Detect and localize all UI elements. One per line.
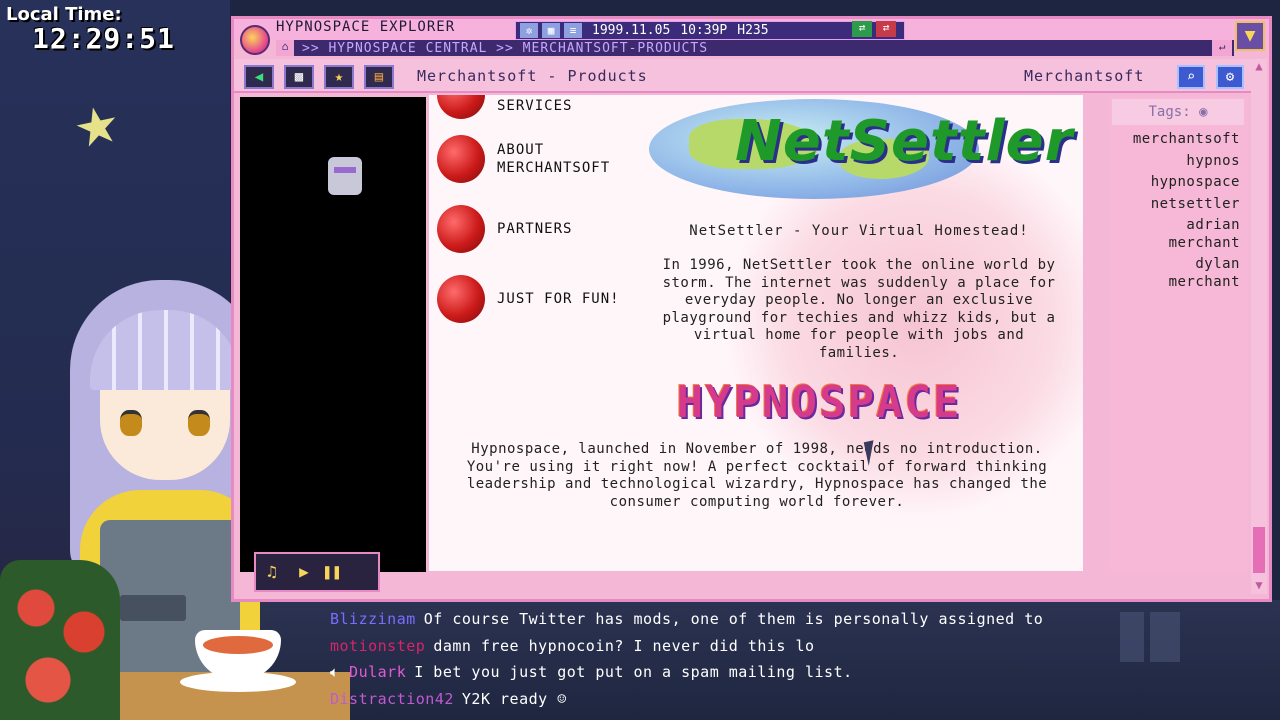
avatar-pocket bbox=[120, 595, 186, 621]
chat-username: Blizzinam bbox=[330, 610, 416, 628]
return-icon[interactable]: ↵ bbox=[1212, 40, 1232, 56]
nav-label[interactable]: ABOUT MERCHANTSOFT bbox=[497, 141, 610, 177]
scroll-down-arrow-icon[interactable]: ▼ bbox=[1251, 578, 1267, 594]
eye-icon[interactable]: ◉ bbox=[1199, 104, 1207, 120]
toolbar: ◀ ▩ ★ ▤ Merchantsoft - Products Merchant… bbox=[234, 59, 1255, 93]
tag-item[interactable]: adrian merchant bbox=[1110, 217, 1240, 252]
tags-header: Tags: ◉ bbox=[1112, 99, 1244, 125]
nav-label[interactable]: JUST FOR FUN! bbox=[497, 290, 620, 308]
local-time-value: 12:29:51 bbox=[32, 22, 175, 55]
nav-item-services[interactable]: SERVICES bbox=[437, 95, 572, 119]
status-date: 1999.11.05 bbox=[592, 23, 671, 38]
tags-list: merchantsoft hypnos hypnospace netsettle… bbox=[1110, 131, 1240, 295]
back-arrow-icon[interactable]: ◀ bbox=[244, 65, 274, 89]
red-orb-icon[interactable] bbox=[437, 275, 485, 323]
hypnospace-description: Hypnospace, launched in November of 1998… bbox=[466, 441, 1048, 510]
left-panel bbox=[240, 97, 426, 572]
play-icon[interactable]: ▶ bbox=[292, 560, 316, 584]
chat-text: I bet you just got put on a spam mailing… bbox=[414, 663, 853, 681]
netsettler-logo-text: NetSettler bbox=[735, 109, 1074, 174]
settings-icon[interactable]: ⚙ bbox=[1216, 65, 1244, 89]
pause-icon[interactable]: ❚❚ bbox=[320, 560, 344, 584]
hypnospace-logo-icon[interactable] bbox=[240, 25, 270, 55]
nav-label[interactable]: SERVICES bbox=[497, 97, 572, 115]
speaker-icon: 🔈︎ bbox=[330, 663, 340, 681]
notification-icon[interactable]: ⇄ bbox=[876, 21, 896, 37]
favorites-star-icon[interactable]: ★ bbox=[324, 65, 354, 89]
hypnospace-explorer-window: HYPNOSPACE EXPLORER ✲ ▦ ≡ 1999.11.05 10:… bbox=[231, 16, 1272, 602]
chat-message: 🔈︎ Dulark I bet you just got put on a spa… bbox=[330, 659, 1070, 686]
chat-text: Y2K ready bbox=[461, 689, 548, 708]
chat-message: motionstep damn free hypnocoin? I never d… bbox=[330, 633, 1070, 660]
status-time: 10:39P bbox=[680, 23, 728, 38]
red-orb-icon[interactable] bbox=[437, 95, 485, 119]
home-icon[interactable]: ⌂ bbox=[276, 40, 294, 56]
search-icon[interactable]: ⌕ bbox=[1177, 65, 1205, 89]
hypnospace-logo-text: HYPNOSPACE bbox=[676, 377, 962, 428]
headphones-icon[interactable]: ♫ bbox=[260, 560, 284, 584]
robot-mascot-icon[interactable] bbox=[328, 157, 362, 195]
building-window-decoration bbox=[1120, 612, 1180, 662]
grid-icon[interactable]: ▦ bbox=[542, 23, 560, 38]
red-orb-icon[interactable] bbox=[437, 205, 485, 253]
nav-item-just-for-fun[interactable]: JUST FOR FUN! bbox=[437, 275, 620, 323]
music-player: ♫ ▶ ❚❚ bbox=[254, 552, 380, 592]
chat-message: Distraction42 Y2K ready ☺ bbox=[330, 686, 1070, 713]
avatar-eye bbox=[120, 410, 142, 436]
network-icon[interactable]: ⇄ bbox=[852, 21, 872, 37]
chat-username: Dulark bbox=[349, 663, 407, 681]
address-text: >> HYPNOSPACE CENTRAL >> MERCHANTSOFT-PR… bbox=[302, 40, 709, 56]
chat-overlay: Blizzinam Of course Twitter has mods, one… bbox=[330, 606, 1070, 712]
tags-header-label: Tags: bbox=[1148, 104, 1191, 120]
bookmarks-icon[interactable]: ▤ bbox=[364, 65, 394, 89]
chat-username: Distraction42 bbox=[330, 689, 454, 708]
chat-message: Blizzinam Of course Twitter has mods, one… bbox=[330, 606, 1070, 633]
emote-icon: ☺ bbox=[557, 689, 567, 708]
page-scrollbar[interactable]: ▲ ▼ bbox=[1251, 59, 1267, 594]
tags-panel: Tags: ◉ merchantsoft hypnos hypnospace n… bbox=[1110, 97, 1248, 572]
site-name: Merchantsoft bbox=[1024, 67, 1145, 85]
chat-text: damn free hypnocoin? I never did this lo bbox=[433, 636, 815, 655]
netsettler-description: In 1996, NetSettler took the online worl… bbox=[662, 257, 1056, 361]
app-title: HYPNOSPACE EXPLORER bbox=[276, 19, 456, 35]
red-orb-icon[interactable] bbox=[437, 135, 485, 183]
list-icon[interactable]: ≡ bbox=[564, 23, 582, 38]
grid-view-icon[interactable]: ▩ bbox=[284, 65, 314, 89]
tag-item[interactable]: dylan merchant bbox=[1110, 256, 1240, 291]
nav-item-about[interactable]: ABOUT MERCHANTSOFT bbox=[437, 135, 610, 183]
address-bar[interactable]: ⌂ >> HYPNOSPACE CENTRAL >> MERCHANTSOFT-… bbox=[276, 40, 1234, 56]
tag-item[interactable]: hypnos bbox=[1110, 153, 1240, 171]
tag-item[interactable]: netsettler bbox=[1110, 196, 1240, 214]
nav-label[interactable]: PARTNERS bbox=[497, 220, 572, 238]
chat-text: Of course Twitter has mods, one of them … bbox=[423, 610, 1044, 628]
netsettler-tagline: NetSettler - Your Virtual Homestead! bbox=[689, 223, 1029, 239]
avatar-eye bbox=[188, 410, 210, 436]
chat-username: motionstep bbox=[330, 636, 426, 655]
settings-gear-icon[interactable]: ✲ bbox=[520, 23, 538, 38]
tag-item[interactable]: hypnospace bbox=[1110, 174, 1240, 192]
netsettler-logo: NetSettler bbox=[649, 99, 1072, 209]
scroll-up-arrow-icon[interactable]: ▲ bbox=[1251, 59, 1267, 75]
page-title: Merchantsoft - Products bbox=[417, 67, 648, 85]
hypnocoin-balance: H235 bbox=[737, 23, 769, 38]
scrollbar-thumb[interactable] bbox=[1253, 527, 1265, 573]
page-content: SERVICES ABOUT MERCHANTSOFT PARTNERS JUS… bbox=[429, 95, 1083, 571]
nav-item-partners[interactable]: PARTNERS bbox=[437, 205, 572, 253]
flowers-decoration bbox=[0, 560, 120, 720]
close-icon[interactable]: ▼ bbox=[1235, 21, 1265, 51]
status-bar: ✲ ▦ ≡ 1999.11.05 10:39P H235 bbox=[515, 21, 905, 40]
tag-item[interactable]: merchantsoft bbox=[1110, 131, 1240, 149]
